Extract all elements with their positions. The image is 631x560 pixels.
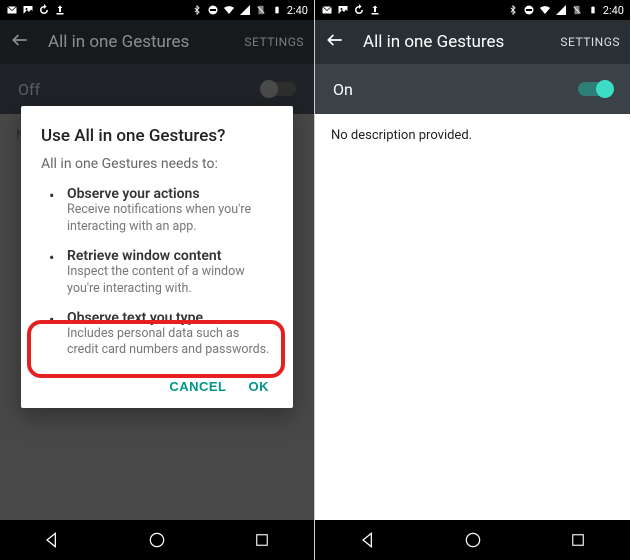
nav-back-icon[interactable] — [41, 529, 63, 551]
ok-button[interactable]: OK — [249, 379, 270, 394]
description-text: No description provided. — [331, 128, 472, 143]
reload-icon — [353, 4, 365, 16]
permission-item: Observe text you type Includes personal … — [55, 310, 273, 360]
bluetooth-icon — [191, 4, 203, 16]
mail-icon — [321, 4, 333, 16]
reload-icon — [38, 4, 50, 16]
image-icon — [337, 4, 349, 16]
permission-desc: Includes personal data such as credit ca… — [67, 326, 273, 360]
status-time: 2:40 — [603, 4, 624, 17]
bluetooth-icon — [507, 4, 519, 16]
nav-back-icon[interactable] — [357, 529, 379, 551]
cancel-button[interactable]: CANCEL — [169, 379, 226, 394]
dnd-icon — [523, 4, 535, 16]
battery-icon — [587, 4, 599, 16]
mail-icon — [6, 4, 18, 16]
no-sim-icon — [255, 4, 267, 16]
upload-icon — [54, 4, 66, 16]
signal-icon — [555, 4, 567, 16]
dnd-icon — [207, 4, 219, 16]
upload-icon — [369, 4, 381, 16]
battery-icon — [271, 4, 283, 16]
status-bar: 2:40 — [315, 0, 630, 20]
modal-overlay: Use All in one Gestures? All in one Gest… — [0, 20, 314, 520]
phone-left: 2:40 All in one Gestures SETTINGS Off N … — [0, 0, 315, 560]
dialog-title: Use All in one Gestures? — [41, 126, 273, 146]
signal-icon — [239, 4, 251, 16]
wifi-icon — [223, 4, 235, 16]
nav-recent-icon[interactable] — [567, 529, 589, 551]
toggle-label: On — [333, 80, 353, 99]
app-bar: All in one Gestures SETTINGS — [315, 20, 630, 64]
permission-dialog: Use All in one Gestures? All in one Gest… — [21, 106, 293, 408]
nav-bar — [315, 520, 630, 560]
nav-home-icon[interactable] — [146, 529, 168, 551]
nav-bar — [0, 520, 314, 560]
content-area: No description provided. — [315, 114, 630, 520]
permission-desc: Receive notifications when you're intera… — [67, 202, 273, 236]
status-bar: 2:40 — [0, 0, 314, 20]
phone-right: 2:40 All in one Gestures SETTINGS On No … — [315, 0, 630, 560]
permission-title: Retrieve window content — [67, 248, 273, 264]
page-title: All in one Gestures — [363, 32, 542, 52]
permission-list: Observe your actions Receive notificatio… — [41, 186, 273, 359]
wifi-icon — [539, 4, 551, 16]
status-time: 2:40 — [287, 4, 308, 17]
dialog-actions: CANCEL OK — [41, 373, 273, 400]
image-icon — [22, 4, 34, 16]
permission-item: Observe your actions Receive notificatio… — [55, 186, 273, 236]
service-toggle[interactable] — [578, 82, 612, 96]
back-icon[interactable] — [325, 30, 345, 54]
permission-title: Observe your actions — [67, 186, 273, 202]
settings-button[interactable]: SETTINGS — [560, 35, 620, 49]
dialog-subtitle: All in one Gestures needs to: — [41, 156, 273, 172]
nav-home-icon[interactable] — [462, 529, 484, 551]
no-sim-icon — [571, 4, 583, 16]
toggle-bar: On — [315, 64, 630, 114]
permission-desc: Inspect the content of a window you're i… — [67, 264, 273, 298]
nav-recent-icon[interactable] — [251, 529, 273, 551]
permission-title: Observe text you type — [67, 310, 273, 326]
permission-item: Retrieve window content Inspect the cont… — [55, 248, 273, 298]
